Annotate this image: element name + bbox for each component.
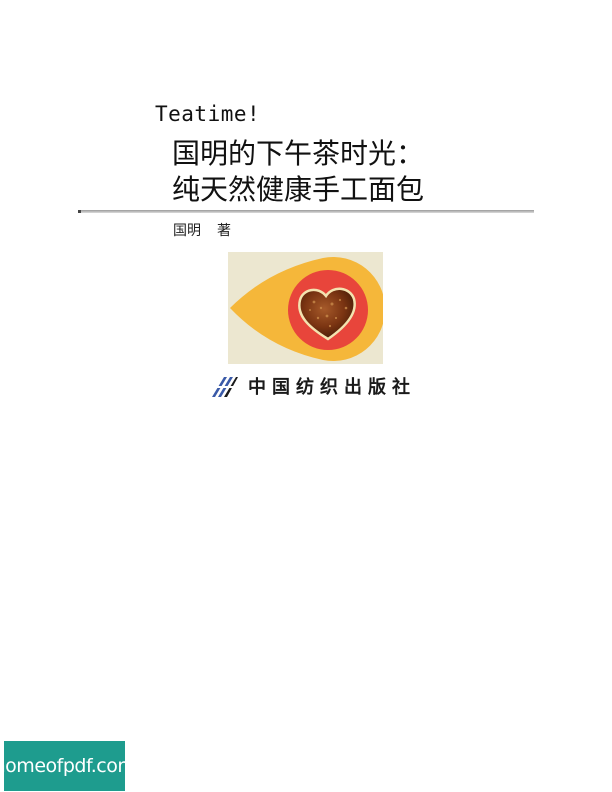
book-title-line-2: 纯天然健康手工面包 (172, 173, 425, 206)
author-name: 国明 (173, 223, 201, 239)
publisher-name: 中国纺织出版社 (248, 377, 416, 398)
author-line: 国明著 (173, 220, 231, 240)
heart-bread-image (228, 252, 383, 364)
series-title: Teatime! (155, 102, 261, 126)
book-title-line-1: 国明的下午茶时光： (172, 137, 425, 170)
cover-illustration (228, 252, 383, 364)
publisher-block: 中国纺织出版社 (210, 372, 416, 400)
publisher-logo-icon (211, 377, 238, 397)
title-divider (78, 210, 534, 213)
watermark-text: homeofpdf.com (0, 755, 136, 777)
author-role: 著 (217, 223, 231, 239)
watermark-badge[interactable]: homeofpdf.com (0, 741, 136, 791)
